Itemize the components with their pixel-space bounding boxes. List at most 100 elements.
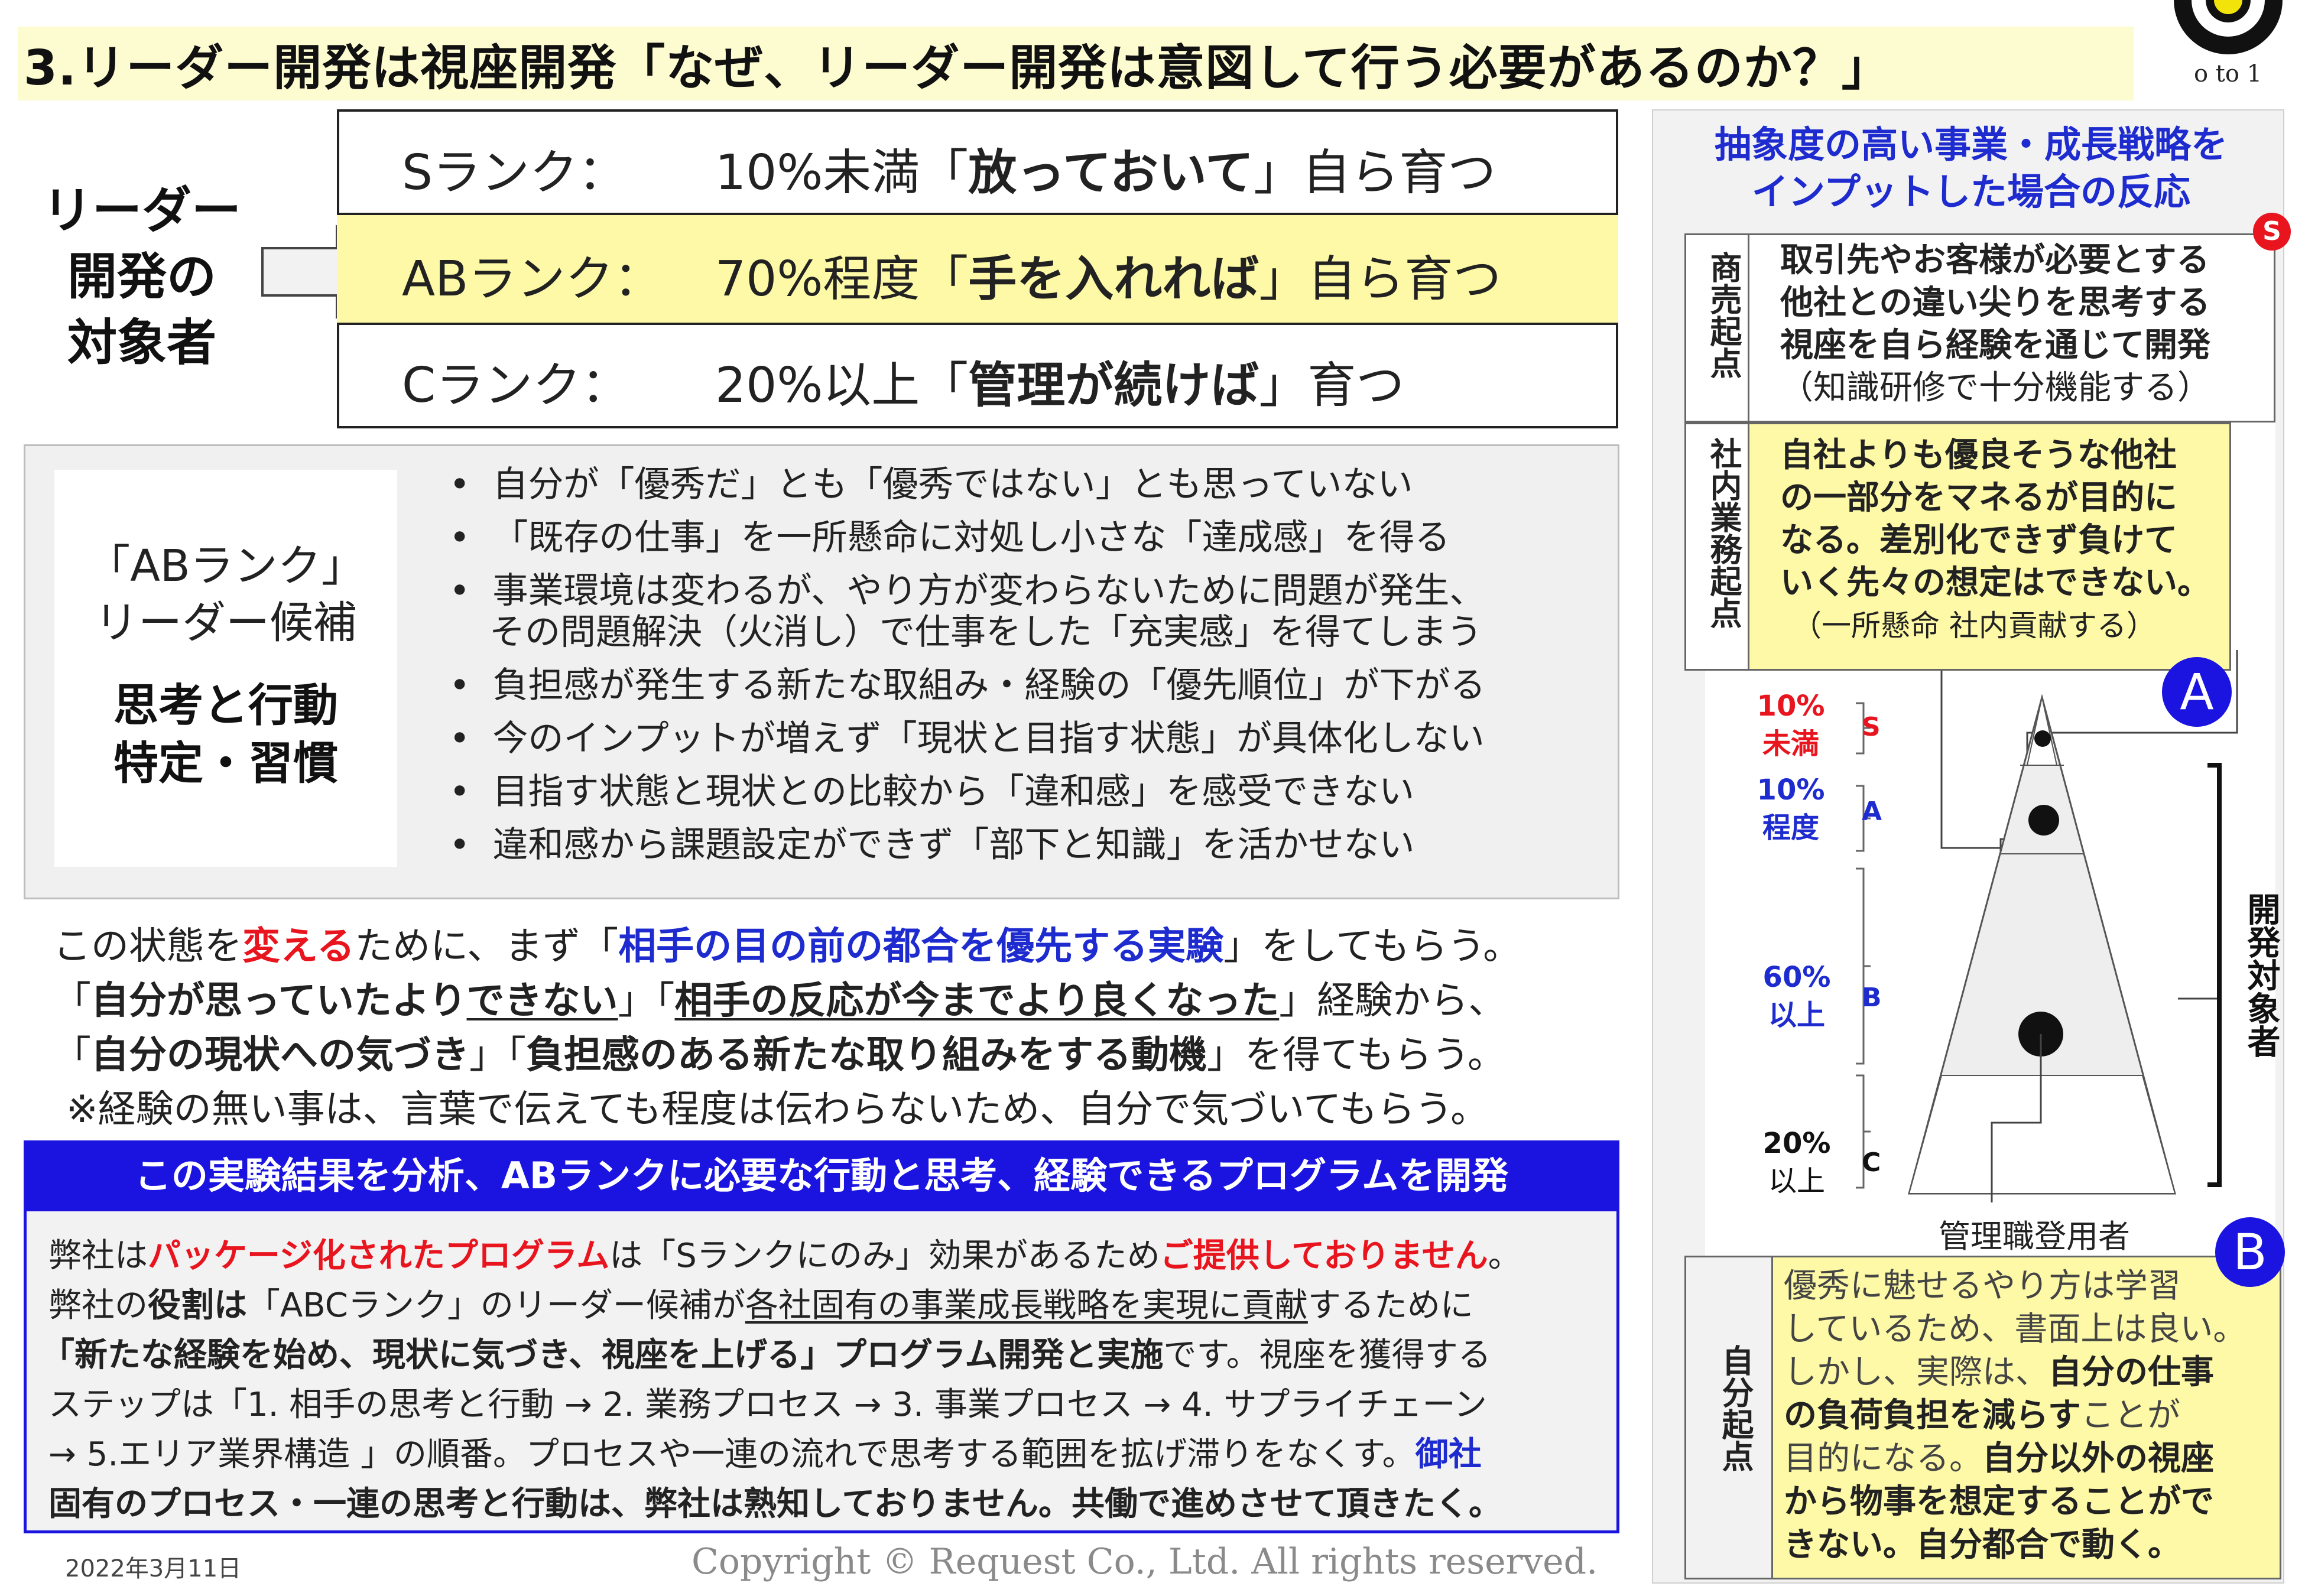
paragraph-note: ※経験の無い事は、言葉で伝えても程度は伝わらないため、自分で気づいてもらう。 [66,1088,1489,1132]
pct-s: 10% 未満 [1744,687,1838,763]
logo-text: o to 1 [2194,60,2262,87]
pr1-e: 。 [1488,1237,1521,1275]
pr1-c: は「Sランクにのみ」効果があるため [609,1237,1160,1275]
right-panel-header: 抽象度の高い事業・成長戦略を インプットした場合の反応 [1667,121,2275,216]
p2-d: 」「 [618,979,675,1023]
jibun-l4b: ことが [2080,1396,2180,1435]
badge-s: S [2253,213,2291,251]
bullet-text: 負担感が発生する新たな取組み・経験の「優先順位」が下がる [492,665,1486,706]
bullet-item: • 今のインプットが増えず「現状と目指す状態」が具体化しない [449,718,1485,759]
pct-c-line: 20% [1762,1127,1831,1160]
jibun-line: 優秀に魅せるやり方は学習 [1784,1267,2181,1305]
jibun-text: 優秀に魅せるやり方は学習 しているため、書面上は良い。 しかし、実際は、自分の仕… [1784,1265,2246,1566]
candidate-focus: 思考と行動 特定・習慣 [54,677,397,792]
grade-c: C [1862,1148,1881,1178]
shobai-label: 商売起点 [1700,251,1746,417]
rank-c-desc: 20%以上「管理が続けば」育つ [715,346,1404,416]
program-line-3: 「新たな経験を始め、現状に気づき、視座を上げる」プログラム開発と実施です。視座を… [41,1328,1491,1376]
rank-s-name: Sランク： [402,145,627,201]
pr2-b: 役割は [148,1286,247,1325]
target-label: リーダー 開発の 対象者 [35,177,248,376]
rank-ab-desc: 70%程度「手を入れれば」自ら育つ [715,239,1501,310]
jibun-line: しているため、書面上は良い。 [1784,1310,2246,1348]
shanai-line: いく先々の想定はできない。 [1780,564,2210,602]
jibun-l5a: 目的になる。 [1784,1439,1982,1478]
jibun-l3a: しかし、実際は、 [1784,1353,2048,1392]
p2-c: できない [466,979,618,1023]
program-header: この実験結果を分析、ABランクに必要な行動と思考、経験できるプログラムを開発 [24,1140,1619,1211]
program-line-4: ステップは「1. 相手の思考と行動 → 2. 業務プロセス → 3. 事業プロセ… [48,1386,1487,1424]
bullet-continuation: その問題解決（火消し）で仕事をした「充実感」を得てしまう [489,612,1482,653]
candidate-bullets: • 自分が「優秀だ」とも「優秀ではない」とも思っていない • 「既存の仕事」を一… [449,464,1608,866]
rank-ab-key: 手を入れれば [968,251,1259,307]
candidate-label-box [54,470,397,867]
manager-label: 管理職登用者 [1939,1218,2130,1255]
rank-ab-close: 」自ら育つ [1259,251,1502,307]
target-label-line: 開発の [67,248,216,305]
candidate-label-line: リーダー候補 [95,597,357,648]
rank-s-close: 」自ら育つ [1254,145,1496,201]
candidate-label-line: 「ABランク」 [86,541,365,591]
pr2-c: 「ABCランク」のリーダー候補が [247,1286,745,1325]
rank-ab-pct: 70%程度 [715,251,920,307]
p2-a: 「 [53,979,91,1023]
bullet-item: • 「既存の仕事」を一所懸命に対処し小さな「達成感」を得る [449,517,1450,558]
rank-s-desc: 10%未満「放っておいて」自ら育つ [715,133,1496,203]
grade-a: A [1862,797,1882,827]
jibun-line: の負荷負担を減らすことが [1784,1394,2246,1437]
program-line-6: 固有のプロセス・一連の思考と行動は、弊社は熟知しておりません。共働で進めさせて頂… [48,1485,1502,1523]
paragraph-line-2: 「自分が思っていたよりできない」「相手の反応が今までより良くなった」経験から、 [53,970,1506,1025]
pct-b-line: 以上 [1768,999,1825,1032]
bullet-item: • 事業環境は変わるが、やり方が変わらないために問題が発生、 [449,570,1485,612]
jibun-label-text: 自分起点 [1716,1344,1754,1472]
title-number: 3. [24,40,77,96]
jibun-line: きない。自分都合で動く。 [1784,1526,2181,1564]
p2-e: 相手の反応が今までより良くなった [674,979,1280,1023]
p2-f: 」経験から、 [1279,979,1507,1023]
shanai-line: の一部分をマネるが目的に [1780,479,2177,517]
bracket-b [1856,867,1871,1065]
bullet-text: 今のインプットが増えず「現状と目指す状態」が具体化しない [492,718,1485,759]
pr2-e: するために [1307,1286,1473,1325]
candidate-focus-line: 思考と行動 [113,679,338,732]
p1-d: 相手の目の前の都合を優先する実験 [618,925,1224,968]
rank-c-name: Cランク： [402,357,630,414]
pr2-a: 弊社の [48,1286,148,1325]
pyramid-tier-c [1908,1075,2176,1194]
date-stamp: 2022年3月11日 [65,1555,242,1582]
right-header-line: 抽象度の高い事業・成長戦略を [1714,123,2228,166]
shanai-label: 社内業務起点 [1700,437,1746,668]
jibun-line: 目的になる。自分以外の視座 [1784,1437,2246,1480]
shobai-text: 取引先やお客様が必要とする 他社との違い尖りを思考する 視座を自ら経験を通じて開… [1780,239,2210,409]
dot-a [2028,805,2059,836]
pct-s-line: 未満 [1762,727,1819,760]
shobai-line: 取引先やお客様が必要とする [1780,241,2210,279]
jibun-label: 自分起点 [1712,1344,1758,1522]
jibun-line: から物事を想定することがで [1784,1483,2214,1521]
pr1-a: 弊社は [48,1237,148,1275]
badge-a: A [2162,657,2232,727]
pr1-b: パッケージ化されたプログラム [148,1237,610,1275]
shanai-line: 自社よりも優良そうな他社 [1780,436,2177,474]
grade-b: B [1862,983,1882,1013]
shanai-line: （一所懸命 社内貢献する） [1792,609,2156,643]
copyright: Copyright © Request Co., Ltd. All rights… [692,1541,1598,1582]
rank-c-key: 管理が続けば [968,357,1259,414]
target-label-line: 対象者 [67,314,216,372]
shanai-label-text: 社内業務起点 [1705,437,1742,629]
pr2-d: 各社固有の事業成長戦略を実現に貢献 [745,1286,1308,1325]
p3-a: 「 [53,1033,91,1077]
rank-c-pct: 20%以上 [715,357,920,414]
badge-b: B [2215,1217,2285,1287]
target-label-line: リーダー [42,181,241,239]
paragraph-line-1: この状態を変えるために、まず「相手の目の前の都合を優先する実験」をしてもらう。 [53,916,1521,970]
rank-ab-name: ABランク： [402,251,663,307]
rank-s-open: 「 [920,145,969,201]
right-header-line: インプットした場合の反応 [1751,170,2191,213]
bullet-text: 違和感から課題設定ができず「部下と知識」を活かせない [492,824,1415,866]
p1-a: この状態を [53,925,242,968]
target-logo-icon [2174,0,2283,54]
rank-s-pct: 10%未満 [715,145,920,201]
bullet-text: 自分が「優秀だ」とも「優秀ではない」とも思っていない [492,464,1413,505]
paragraph-line-3: 「自分の現状への気づき」「負担感のある新たな取り組みをする動機」を得てもらう。 [53,1025,1505,1079]
